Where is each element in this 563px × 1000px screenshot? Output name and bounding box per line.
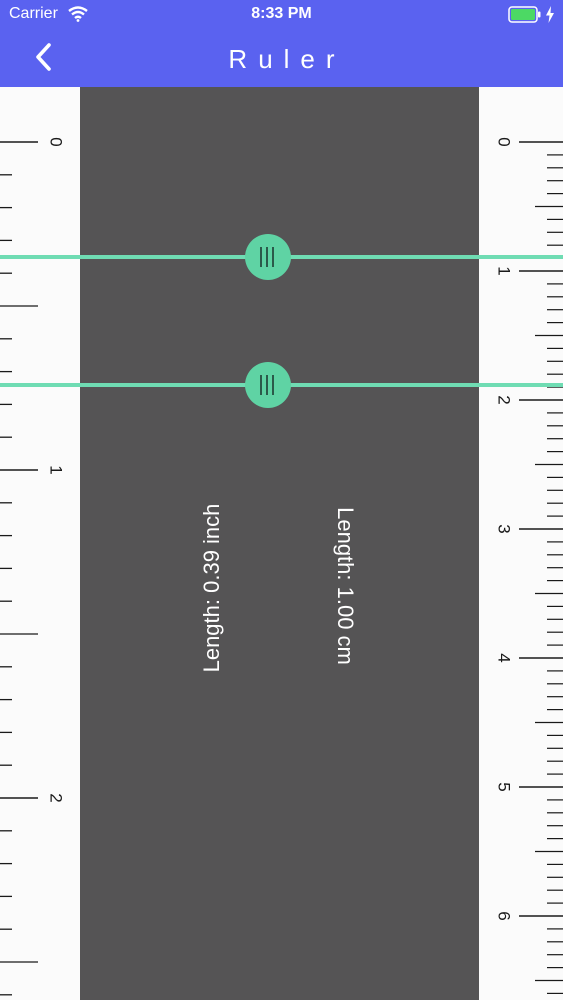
cm-label-2: 2 (495, 395, 514, 404)
cm-label-1: 1 (495, 266, 514, 275)
cm-label-3: 3 (495, 524, 514, 533)
inch-label-0: 0 (47, 137, 66, 146)
cm-label-6: 6 (495, 911, 514, 920)
inch-label-1: 1 (47, 465, 66, 474)
inch-label-2: 2 (47, 793, 66, 802)
upper-drag-handle[interactable] (245, 234, 291, 280)
length-inch-label: Length: 0.39 inch (199, 503, 224, 673)
cm-label-5: 5 (495, 782, 514, 791)
cm-label-0: 0 (495, 137, 514, 146)
grip-icon (260, 247, 276, 267)
ruler-scales: 0 1 2 0 1 2 3 4 5 6 (0, 137, 563, 996)
length-cm-label: Length: 1.00 cm (333, 507, 358, 665)
lower-drag-handle[interactable] (245, 362, 291, 408)
cm-label-4: 4 (495, 653, 514, 662)
grip-icon (260, 375, 276, 395)
